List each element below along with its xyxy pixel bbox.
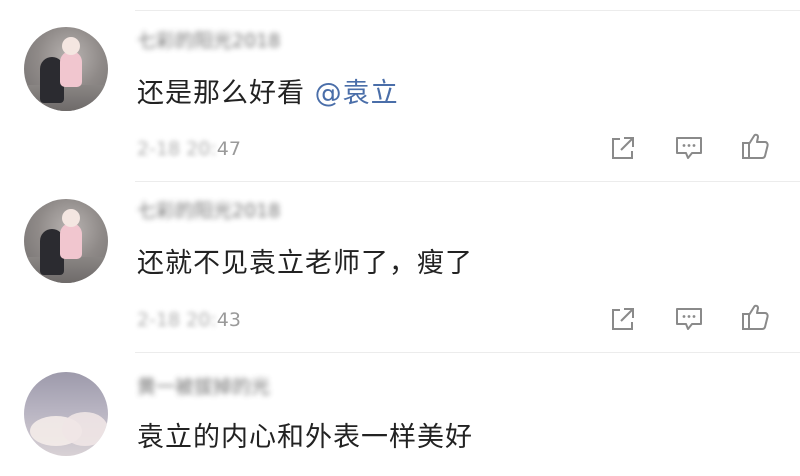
share-icon[interactable] <box>608 133 638 163</box>
user-avatar[interactable] <box>24 199 108 283</box>
comment-text-content: 还是那么好看 <box>137 78 315 109</box>
comment-icon[interactable] <box>674 304 704 334</box>
timestamp-visible: 47 <box>216 138 241 160</box>
comment-text-content: 还就不见袁立老师了，瘦了 <box>137 248 473 279</box>
comment-text: 还是那么好看 @袁立 <box>137 76 399 112</box>
comment-divider <box>135 352 800 353</box>
username[interactable]: 七彩的阳光2018 <box>137 200 280 222</box>
timestamp: 2-18 20:47 <box>137 138 241 160</box>
comment-divider <box>135 181 800 182</box>
user-avatar[interactable] <box>24 372 108 456</box>
timestamp-blurred: 2-18 20: <box>137 309 217 331</box>
comment-text: 袁立的内心和外表一样美好 <box>137 420 473 456</box>
username[interactable]: 七彩的阳光2018 <box>137 30 280 52</box>
mention-link[interactable]: @袁立 <box>315 78 399 109</box>
timestamp-blurred: 2-18 20: <box>137 138 217 160</box>
username[interactable]: 黄一被拔掉的光 <box>137 376 270 398</box>
comment-text-content: 袁立的内心和外表一样美好 <box>137 422 473 453</box>
comment-text: 还就不见袁立老师了，瘦了 <box>137 246 473 282</box>
thumbs-up-icon[interactable] <box>740 131 770 161</box>
top-divider <box>135 10 800 11</box>
comment-icon[interactable] <box>674 133 704 163</box>
share-icon[interactable] <box>608 304 638 334</box>
timestamp: 2-18 20:43 <box>137 309 241 331</box>
timestamp-visible: 43 <box>216 309 241 331</box>
user-avatar[interactable] <box>24 27 108 111</box>
thumbs-up-icon[interactable] <box>740 302 770 332</box>
